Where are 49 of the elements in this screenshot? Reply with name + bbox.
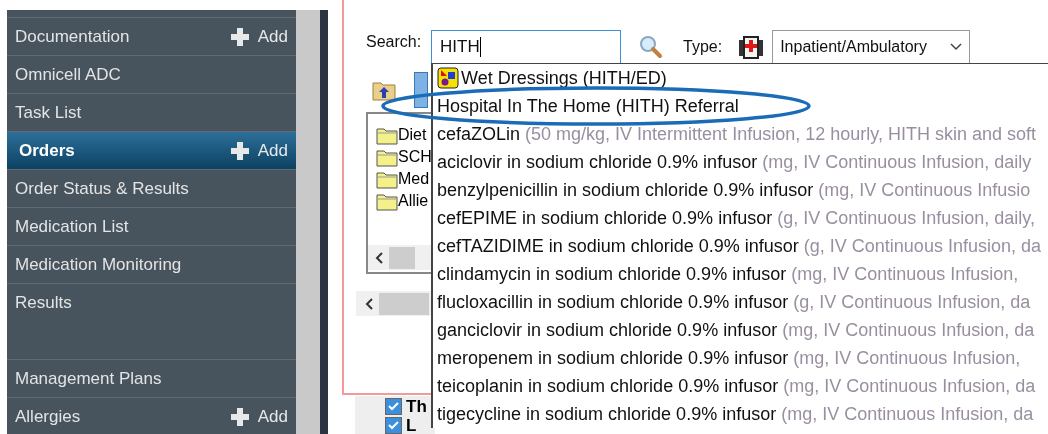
result-item[interactable]: clindamycin in sodium chloride 0.9% infusor (mg, IV Continuous Infusion, <box>433 260 1048 288</box>
result-item[interactable]: benzylpenicillin in sodium chloride 0.9% infusor (mg, IV Continuous Infusio <box>433 176 1048 204</box>
plus-icon <box>230 27 249 46</box>
folder-icon <box>376 125 398 145</box>
result-item[interactable]: cefTAZIDIME in sodium chloride 0.9% infusor (g, IV Continuous Infusion, da <box>433 232 1048 260</box>
result-item[interactable]: aciclovir in sodium chloride 0.9% infusor (mg, IV Continuous Infusion, daily <box>433 148 1048 176</box>
result-item[interactable]: meropenem in sodium chloride 0.9% infusor (mg, IV Continuous Infusion, <box>433 344 1048 372</box>
checkbox[interactable] <box>385 416 402 434</box>
sidebar-item[interactable]: Orders Add <box>7 131 296 169</box>
plus-icon <box>230 407 249 426</box>
result-item[interactable]: flucloxacillin in sodium chloride 0.9% infusor (g, IV Continuous Infusion, da <box>433 288 1048 316</box>
folder-icon <box>376 191 398 211</box>
sidebar-item[interactable]: Documentation Add <box>7 17 296 55</box>
result-item[interactable]: Wet Dressings (HITH/ED) <box>433 64 1048 92</box>
plus-icon <box>230 141 249 160</box>
add-button[interactable]: Add <box>230 23 288 50</box>
result-item[interactable]: ganciclovir in sodium chloride 0.9% infusor (mg, IV Continuous Infusion, da <box>433 316 1048 344</box>
scroll-left-icon[interactable] <box>374 251 384 264</box>
medical-kit-icon <box>738 34 765 60</box>
folder-icon <box>376 169 398 189</box>
search-icon[interactable] <box>639 35 663 59</box>
chevron-down-icon <box>950 43 963 51</box>
folder-up-icon[interactable] <box>372 79 396 101</box>
result-item[interactable]: teicoplanin in sodium chloride 0.9% infusor (mg, IV Continuous Infusion, da <box>433 372 1048 400</box>
tree-item-label: L <box>406 416 417 434</box>
sidebar-item[interactable]: Allergies Add <box>7 397 296 434</box>
checkmark-icon <box>388 420 399 430</box>
search-label: Search: <box>366 32 422 52</box>
folder-label[interactable]: Diet <box>398 123 427 147</box>
scrollbar-thumb[interactable] <box>379 292 429 315</box>
result-item[interactable]: cefaZOLin (50 mg/kg, IV Intermittent Infusion, 12 hourly, HITH skin and soft <box>433 120 1048 148</box>
add-button[interactable]: Add <box>230 403 288 430</box>
folder-label[interactable]: Med <box>398 167 430 191</box>
type-dropdown[interactable]: Inpatient/Ambulatory <box>772 30 971 64</box>
type-label: Type: <box>683 37 723 57</box>
add-button[interactable]: Add <box>230 137 288 164</box>
search-field[interactable]: HITH <box>431 30 621 64</box>
folder-label[interactable]: SCH <box>398 145 432 169</box>
result-item[interactable]: Hospital In The Home (HITH) Referral <box>433 92 1048 120</box>
scroll-left-icon[interactable] <box>364 297 374 310</box>
result-item[interactable]: tigecycline in sodium chloride 0.9% infusor (mg, IV Continuous Infusion, da <box>433 400 1048 428</box>
folder-label[interactable]: Allie <box>398 189 429 213</box>
result-item[interactable]: cefEPIME in sodium chloride 0.9% infusor (g, IV Continuous Infusion, daily, <box>433 204 1048 232</box>
checkbox[interactable] <box>385 397 402 415</box>
checkmark-icon <box>388 401 399 411</box>
tree-item-label: Th <box>406 397 427 415</box>
scrollbar-thumb[interactable] <box>389 246 415 269</box>
folder-icon <box>376 147 398 167</box>
careset-icon <box>437 67 459 89</box>
